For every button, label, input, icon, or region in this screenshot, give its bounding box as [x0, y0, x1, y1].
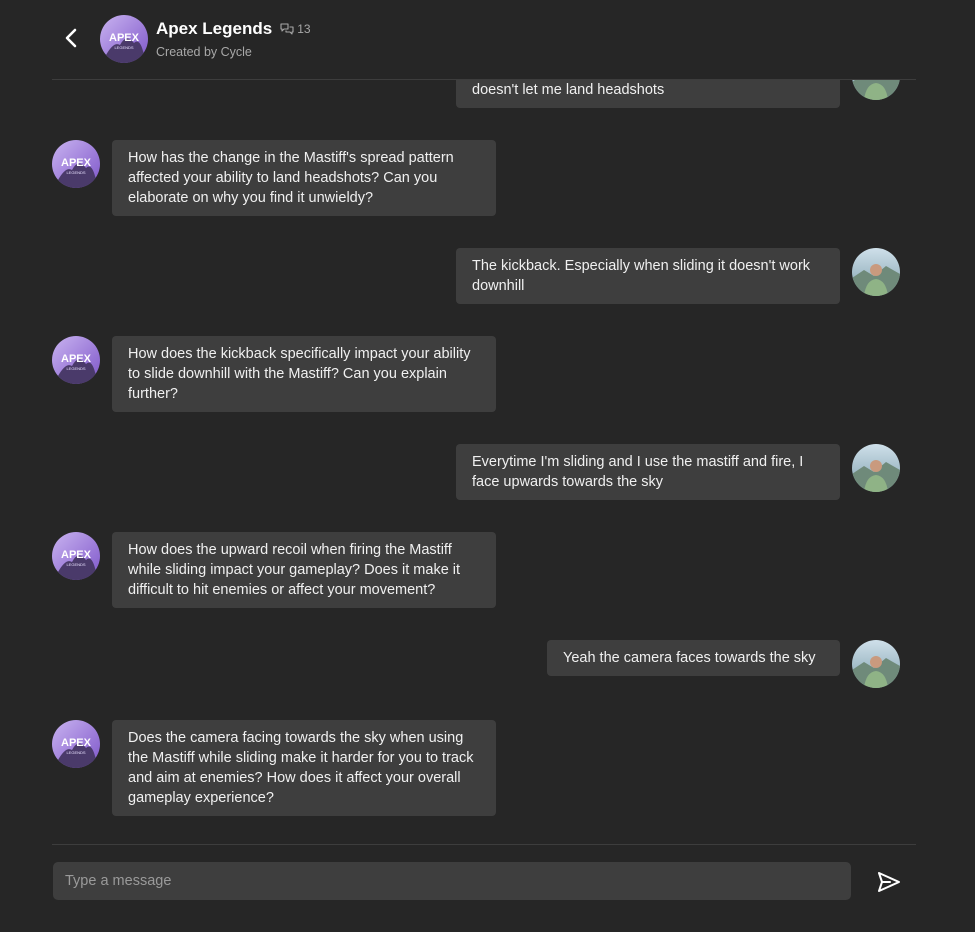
svg-text:LEGENDS: LEGENDS: [66, 366, 85, 371]
message-text: How does the upward recoil when firing t…: [128, 542, 461, 598]
message-bubble: How does the upward recoil when firing t…: [112, 532, 496, 608]
title-row: Apex Legends 13: [156, 19, 311, 39]
message-text: How has the change in the Mastiff's spre…: [128, 150, 454, 206]
chat-bubbles-icon: [280, 23, 294, 35]
chat-header: APEX LEGENDS Apex Legends 13 Created by …: [52, 0, 916, 80]
svg-text:LEGENDS: LEGENDS: [114, 45, 133, 50]
message-text: How does the kickback specifically impac…: [128, 346, 471, 402]
bot-avatar: APEX LEGENDS: [52, 336, 100, 384]
message-bubble: How has the change in the Mastiff's spre…: [112, 140, 496, 216]
message-bubble: How does the kickback specifically impac…: [112, 336, 496, 412]
message-bubble: Everytime I'm sliding and I use the mast…: [456, 444, 840, 500]
svg-text:APEX: APEX: [109, 32, 140, 44]
chat-messages: doesn't let me land headshots APEX LEGEN…: [0, 0, 975, 843]
message-bubble: Does the camera facing towards the sky w…: [112, 720, 496, 816]
composer-divider: [52, 844, 916, 845]
svg-text:LEGENDS: LEGENDS: [66, 562, 85, 567]
svg-text:APEX: APEX: [61, 353, 92, 365]
svg-text:APEX: APEX: [61, 157, 92, 169]
message-text: Everytime I'm sliding and I use the mast…: [472, 454, 804, 490]
message-text: Does the camera facing towards the sky w…: [128, 730, 474, 806]
bot-avatar: APEX LEGENDS: [52, 532, 100, 580]
svg-text:LEGENDS: LEGENDS: [66, 170, 85, 175]
svg-text:LEGENDS: LEGENDS: [66, 750, 85, 755]
bot-avatar: APEX LEGENDS: [100, 15, 148, 63]
conversation-count: 13: [280, 22, 311, 36]
user-avatar: [852, 444, 900, 492]
message-bubble: The kickback. Especially when sliding it…: [456, 248, 840, 304]
user-avatar: [852, 640, 900, 688]
message-input[interactable]: [53, 862, 851, 900]
count-value: 13: [297, 22, 311, 36]
page-title: Apex Legends: [156, 19, 273, 38]
message-text: doesn't let me land headshots: [472, 82, 665, 98]
message-text: The kickback. Especially when sliding it…: [472, 258, 811, 294]
creator-label: Created by Cycle: [156, 45, 252, 59]
bot-avatar: APEX LEGENDS: [52, 140, 100, 188]
send-icon: [878, 872, 900, 892]
svg-text:APEX: APEX: [61, 737, 92, 749]
message-text: Yeah the camera faces towards the sky: [563, 650, 816, 666]
send-button[interactable]: [876, 869, 902, 895]
message-bubble: Yeah the camera faces towards the sky: [547, 640, 840, 676]
bot-avatar: APEX LEGENDS: [52, 720, 100, 768]
chevron-left-icon: [65, 28, 77, 48]
svg-text:APEX: APEX: [61, 549, 92, 561]
user-avatar: [852, 248, 900, 296]
back-button[interactable]: [60, 26, 84, 50]
